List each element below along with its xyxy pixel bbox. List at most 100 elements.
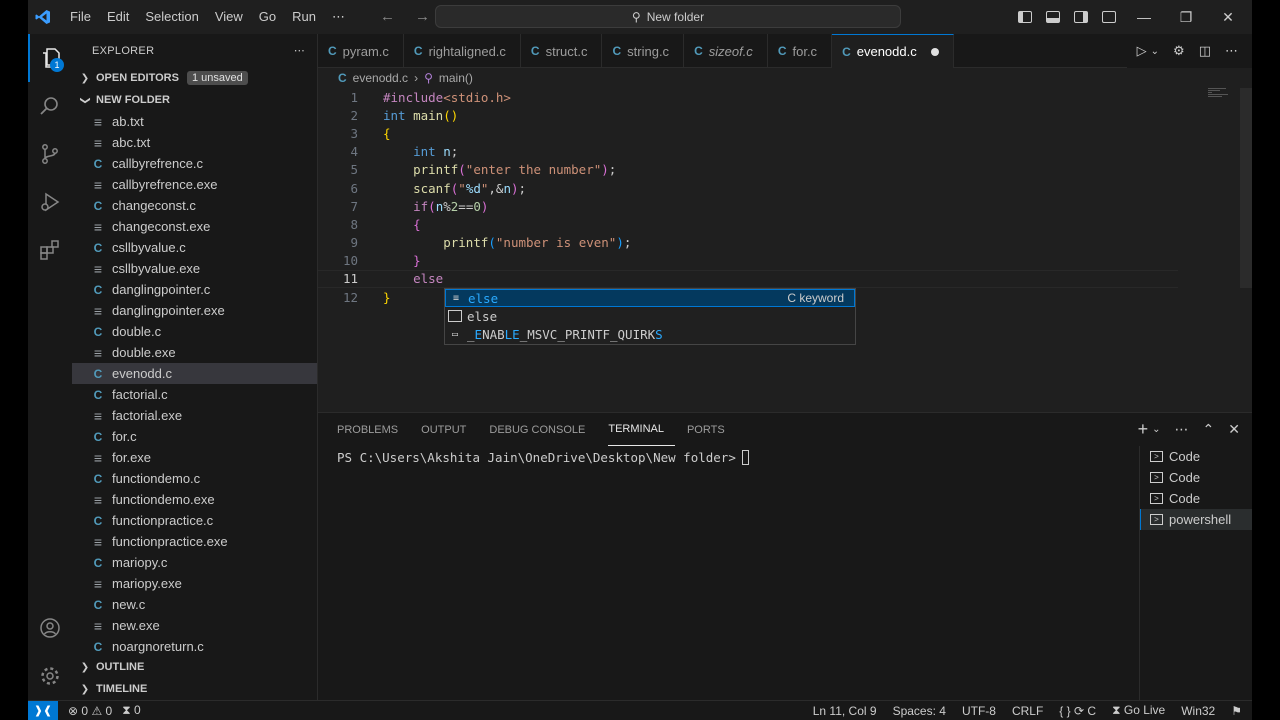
- back-arrow-icon[interactable]: ←: [380, 8, 395, 25]
- manage-activity[interactable]: [28, 652, 72, 700]
- suggestion-item[interactable]: ≡ else C keyword: [445, 289, 855, 308]
- menu-more[interactable]: ⋯: [324, 9, 353, 25]
- file-tree-item[interactable]: ≡ csllbyvalue.exe: [72, 258, 317, 279]
- file-tree-item[interactable]: Ccallbyrefrence.c: [72, 153, 317, 174]
- file-tree-item[interactable]: ≡ factorial.exe: [72, 405, 317, 426]
- file-tree-item[interactable]: Cmariopy.c: [72, 552, 317, 573]
- problems-status[interactable]: ⊗ 0 ⚠ 0: [68, 704, 112, 718]
- file-tree-item[interactable]: Cdouble.c: [72, 321, 317, 342]
- language-mode[interactable]: { } ⟳ C: [1059, 704, 1096, 718]
- editor-tab[interactable]: Cfor.c: [768, 34, 833, 68]
- minimap[interactable]: [1208, 88, 1230, 108]
- file-tree-item[interactable]: Cfactorial.c: [72, 384, 317, 405]
- file-tree-item[interactable]: ≡ double.exe: [72, 342, 317, 363]
- extensions-activity[interactable]: [28, 226, 72, 274]
- file-tree-item[interactable]: ≡ abc.txt: [72, 132, 317, 153]
- breadcrumb-symbol[interactable]: main(): [439, 71, 473, 85]
- go-live-button[interactable]: ⧗ Go Live: [1112, 703, 1165, 718]
- timeline-section[interactable]: ❯ TIMELINE: [72, 678, 317, 700]
- suggestion-item[interactable]: else: [445, 307, 855, 325]
- suggestion-item[interactable]: ▭ _ENABLE_MSVC_PRINTF_QUIRKS: [445, 326, 855, 344]
- menu-file[interactable]: File: [62, 9, 99, 25]
- editor-tab[interactable]: Cpyram.c: [318, 34, 404, 68]
- encoding[interactable]: UTF-8: [962, 704, 996, 718]
- file-tree-item[interactable]: Cfunctionpractice.c: [72, 510, 317, 531]
- customize-layout-icon[interactable]: [1102, 11, 1116, 23]
- terminal-output[interactable]: PS C:\Users\Akshita Jain\OneDrive\Deskto…: [337, 450, 749, 465]
- code-editor[interactable]: C evenodd.c › ⚲ main() 1 #include<stdio.h…: [318, 68, 1252, 412]
- file-tree-item[interactable]: ≡ for.exe: [72, 447, 317, 468]
- menu-edit[interactable]: Edit: [99, 9, 137, 25]
- file-tree-item[interactable]: Cfunctiondemo.c: [72, 468, 317, 489]
- file-tree-item[interactable]: Cdanglingpointer.c: [72, 279, 317, 300]
- forward-arrow-icon[interactable]: →: [415, 8, 430, 25]
- terminal-dropdown-icon[interactable]: ⌄: [1152, 424, 1160, 435]
- menu-run[interactable]: Run: [284, 9, 324, 25]
- editor-tab[interactable]: Csizeof.c: [684, 34, 768, 68]
- file-tree-item[interactable]: ≡ mariopy.exe: [72, 573, 317, 594]
- settings-gear-icon[interactable]: ⚙: [1173, 43, 1185, 59]
- file-tree-item[interactable]: Ccsllbyvalue.c: [72, 237, 317, 258]
- remote-icon[interactable]: ❱❰: [28, 700, 58, 720]
- code-lines[interactable]: 1 #include<stdio.h> 2 int main() 3{ 4 int …: [318, 88, 1238, 306]
- unsaved-dot-icon[interactable]: [930, 47, 939, 56]
- indentation[interactable]: Spaces: 4: [893, 704, 946, 718]
- toggle-panel-icon[interactable]: [1046, 11, 1060, 23]
- menu-view[interactable]: View: [207, 9, 251, 25]
- file-tree-item[interactable]: Cevenodd.c: [72, 363, 317, 384]
- menu-go[interactable]: Go: [251, 9, 284, 25]
- breadcrumb-file[interactable]: evenodd.c: [353, 71, 408, 85]
- accounts-activity[interactable]: [28, 604, 72, 652]
- command-center-search[interactable]: ⚲ New folder: [435, 5, 901, 28]
- editor-tab[interactable]: Cstruct.c: [521, 34, 603, 68]
- panel-tab-problems[interactable]: PROBLEMS: [337, 413, 409, 446]
- new-terminal-icon[interactable]: +: [1138, 419, 1149, 440]
- more-actions-icon[interactable]: ⋯: [294, 44, 305, 57]
- explorer-activity[interactable]: 1: [28, 34, 72, 82]
- outline-section[interactable]: ❯ OUTLINE: [72, 656, 317, 678]
- split-editor-icon[interactable]: ◫: [1199, 43, 1211, 59]
- file-tree-item[interactable]: ≡ ab.txt: [72, 111, 317, 132]
- end-of-line[interactable]: CRLF: [1012, 704, 1043, 718]
- editor-tab[interactable]: Crightaligned.c: [404, 34, 521, 68]
- more-actions-icon[interactable]: ⋯: [1175, 421, 1189, 438]
- editor-tab[interactable]: Cstring.c: [602, 34, 685, 68]
- open-editors-section[interactable]: ❯ OPEN EDITORS 1 unsaved: [72, 67, 317, 89]
- ports-status[interactable]: ⧗ 0: [122, 703, 140, 718]
- bell-icon[interactable]: ⚑: [1231, 704, 1242, 718]
- file-tree-item[interactable]: Cnoargnoreturn.c: [72, 636, 317, 657]
- folder-section[interactable]: ❯ NEW FOLDER: [72, 89, 317, 111]
- cursor-position[interactable]: Ln 11, Col 9: [813, 704, 877, 718]
- file-tree-item[interactable]: Cfor.c: [72, 426, 317, 447]
- file-tree-item[interactable]: ≡ functiondemo.exe: [72, 489, 317, 510]
- run-dropdown-icon[interactable]: ⌄: [1151, 46, 1159, 57]
- file-tree-item[interactable]: ≡ new.exe: [72, 615, 317, 636]
- file-tree-item[interactable]: Cnew.c: [72, 594, 317, 615]
- panel-tab-terminal[interactable]: TERMINAL: [608, 413, 675, 446]
- editor-scrollbar[interactable]: [1240, 88, 1252, 288]
- more-actions-icon[interactable]: ⋯: [1225, 43, 1238, 59]
- search-activity[interactable]: [28, 82, 72, 130]
- maximize-panel-icon[interactable]: ⌃: [1203, 421, 1215, 438]
- file-tree-item[interactable]: ≡ danglingpointer.exe: [72, 300, 317, 321]
- file-tree-item[interactable]: Cchangeconst.c: [72, 195, 317, 216]
- close-panel-icon[interactable]: ✕: [1228, 421, 1240, 438]
- restore-icon[interactable]: ❐: [1172, 9, 1200, 26]
- source-control-activity[interactable]: [28, 130, 72, 178]
- file-tree-item[interactable]: ≡ callbyrefrence.exe: [72, 174, 317, 195]
- panel-tab-ports[interactable]: PORTS: [687, 413, 736, 446]
- run-icon[interactable]: ▷: [1137, 43, 1147, 59]
- minimize-icon[interactable]: —: [1130, 9, 1158, 25]
- close-window-icon[interactable]: ✕: [1214, 9, 1242, 26]
- terminal-instance[interactable]: > Code: [1140, 467, 1252, 488]
- terminal-instance[interactable]: > Code: [1140, 488, 1252, 509]
- menu-selection[interactable]: Selection: [137, 9, 206, 25]
- editor-tab[interactable]: Cevenodd.c: [832, 34, 954, 68]
- terminal-instance[interactable]: > powershell: [1140, 509, 1252, 530]
- run-debug-activity[interactable]: [28, 178, 72, 226]
- platform[interactable]: Win32: [1181, 704, 1215, 718]
- file-tree-item[interactable]: ≡ changeconst.exe: [72, 216, 317, 237]
- toggle-secondary-sidebar-icon[interactable]: [1074, 11, 1088, 23]
- panel-tab-debug-console[interactable]: DEBUG CONSOLE: [489, 413, 596, 446]
- file-tree-item[interactable]: ≡ functionpractice.exe: [72, 531, 317, 552]
